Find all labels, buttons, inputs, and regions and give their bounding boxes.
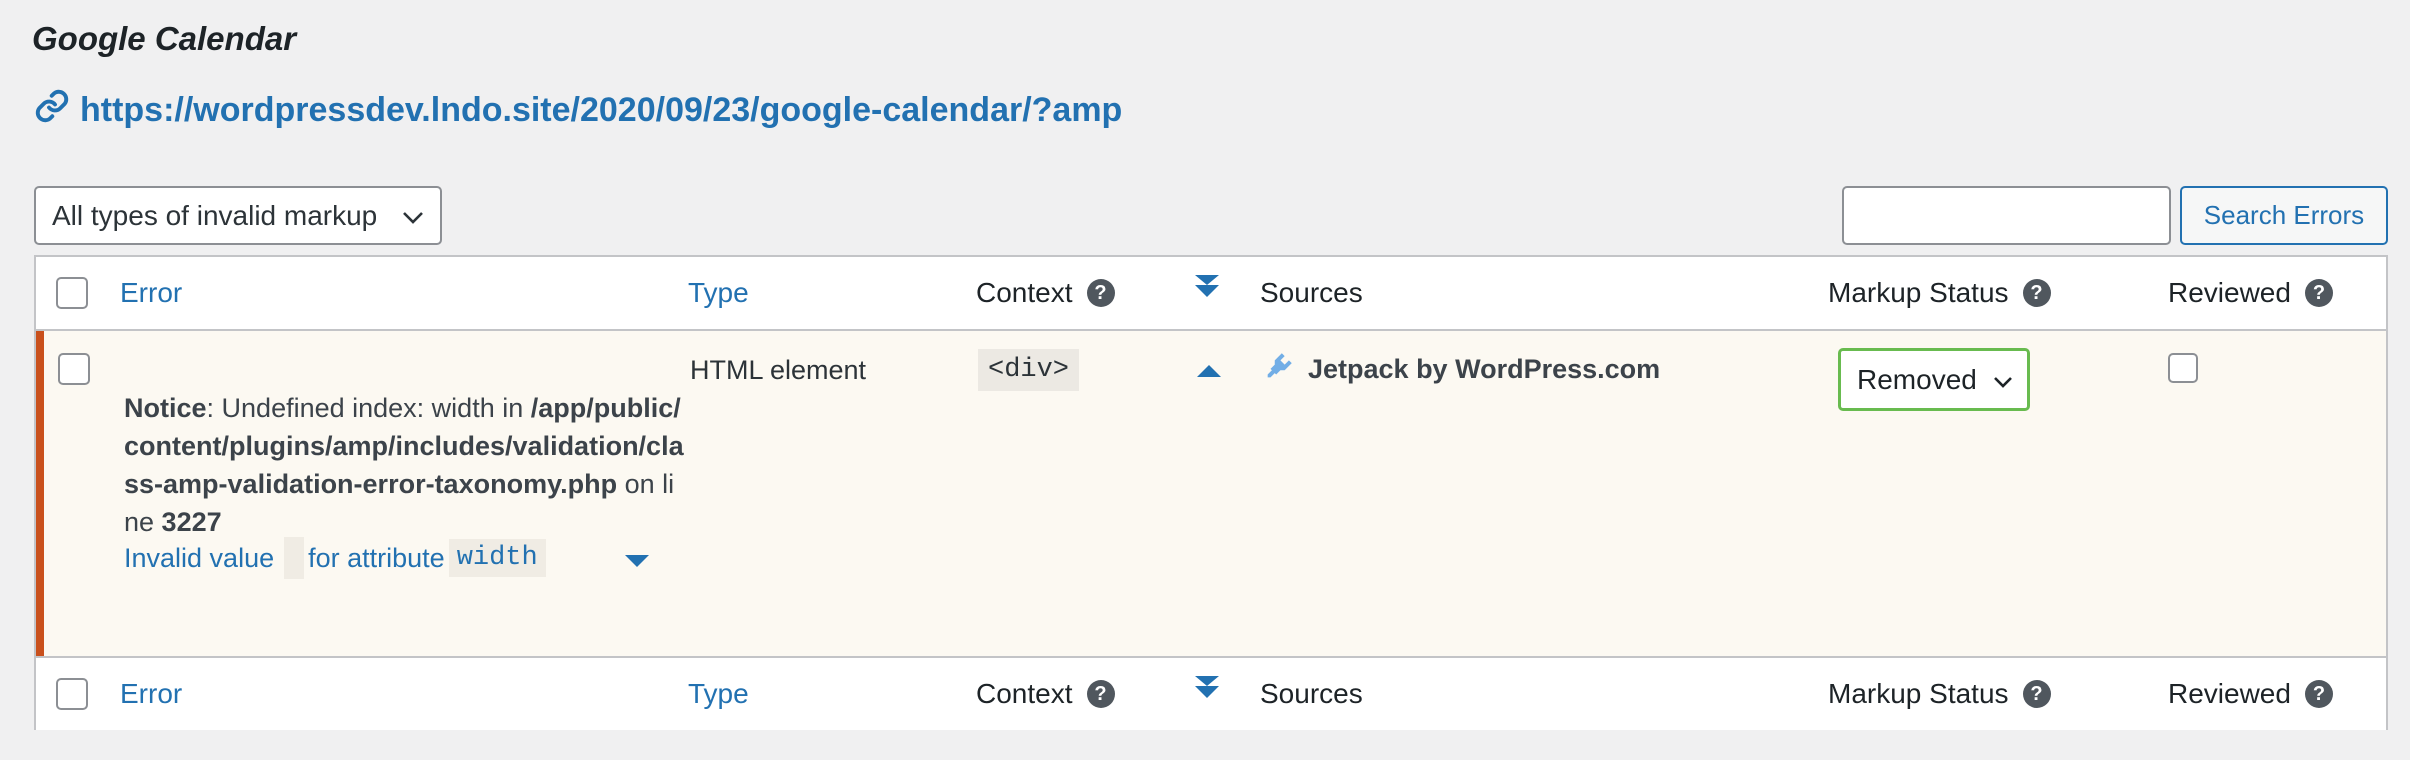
expand-all-icon[interactable] — [1194, 251, 1220, 323]
notice-message: : Undefined index: width in — [206, 393, 524, 423]
help-icon[interactable]: ? — [2022, 680, 2051, 708]
source-name: Jetpack by WordPress.com — [1308, 354, 1661, 384]
invalid-value-code — [284, 537, 305, 579]
column-footer-context: Context ? — [976, 658, 1115, 730]
column-header-reviewed: Reviewed ? — [2168, 257, 2333, 329]
expand-details-icon[interactable] — [624, 553, 650, 574]
expand-all-icon[interactable] — [1194, 652, 1220, 724]
column-header-markup-status: Markup Status ? — [1828, 257, 2051, 329]
column-header-markup-status-label: Markup Status — [1828, 277, 2009, 308]
column-header-context: Context ? — [976, 257, 1115, 329]
error-status-bar — [36, 331, 44, 656]
invalid-value-summary[interactable]: Invalid value for attribute width — [124, 537, 546, 579]
row-select-checkbox[interactable] — [58, 353, 90, 385]
page: Google Calendar https://wordpressdev.lnd… — [0, 0, 2410, 760]
notice-label: Notice — [124, 393, 207, 423]
validation-errors-table: Error Type Context ? Sources Markup Stat… — [34, 255, 2388, 730]
search-errors-input[interactable] — [1842, 186, 2171, 245]
help-icon[interactable]: ? — [2304, 680, 2333, 708]
attribute-name-code: width — [448, 539, 546, 577]
column-footer-sources: Sources — [1260, 678, 1363, 709]
help-icon[interactable]: ? — [1086, 680, 1115, 708]
column-footer-context-label: Context — [976, 678, 1073, 709]
column-header-reviewed-label: Reviewed — [2168, 277, 2291, 308]
plugin-icon — [1262, 349, 1296, 390]
column-header-sources: Sources — [1260, 277, 1363, 308]
error-message: Notice: Undefined index: width in /app/p… — [124, 389, 684, 541]
markup-status-value: Removed — [1857, 363, 1977, 395]
table-header: Error Type Context ? Sources Markup Stat… — [36, 257, 2386, 331]
context-code: <div> — [978, 349, 1080, 391]
column-footer-type[interactable]: Type — [688, 658, 749, 730]
select-all-checkbox[interactable] — [56, 277, 88, 309]
column-footer-markup-status-label: Markup Status — [1828, 678, 2009, 709]
table-footer: Error Type Context ? Sources Markup Stat… — [36, 656, 2386, 730]
for-attribute-label: for attribute — [308, 542, 445, 573]
filter-select-value: All types of invalid markup — [52, 199, 378, 231]
column-footer-reviewed: Reviewed ? — [2168, 658, 2333, 730]
help-icon[interactable]: ? — [2022, 279, 2051, 307]
help-icon[interactable]: ? — [1086, 279, 1115, 307]
column-footer-error[interactable]: Error — [120, 658, 182, 730]
invalid-value-label: Invalid value — [124, 542, 275, 573]
chevron-down-icon — [1993, 364, 2013, 396]
source-plugin: Jetpack by WordPress.com — [1262, 349, 1660, 390]
column-header-context-label: Context — [976, 277, 1073, 308]
page-url-text: https://wordpressdev.lndo.site/2020/09/2… — [80, 91, 1123, 129]
column-header-type[interactable]: Type — [688, 257, 749, 329]
table-row: Notice: Undefined index: width in /app/p… — [36, 331, 2386, 656]
page-title: Google Calendar — [32, 20, 297, 57]
page-url-link[interactable]: https://wordpressdev.lndo.site/2020/09/2… — [34, 88, 1122, 133]
column-footer-markup-status: Markup Status ? — [1828, 658, 2051, 730]
reviewed-checkbox[interactable] — [2168, 353, 2198, 383]
chevron-down-icon — [402, 200, 424, 232]
select-all-checkbox-footer[interactable] — [56, 678, 88, 710]
collapse-row-icon[interactable] — [1196, 363, 1222, 384]
markup-status-select[interactable]: Removed — [1838, 348, 2030, 411]
error-line-number: 3227 — [161, 507, 222, 537]
error-type-value: HTML element — [690, 355, 867, 385]
help-icon[interactable]: ? — [2304, 279, 2333, 307]
search-errors-button[interactable]: Search Errors — [2180, 186, 2388, 245]
markup-type-filter-select[interactable]: All types of invalid markup — [34, 186, 442, 245]
column-footer-reviewed-label: Reviewed — [2168, 678, 2291, 709]
link-icon — [34, 88, 70, 133]
column-header-error[interactable]: Error — [120, 257, 182, 329]
